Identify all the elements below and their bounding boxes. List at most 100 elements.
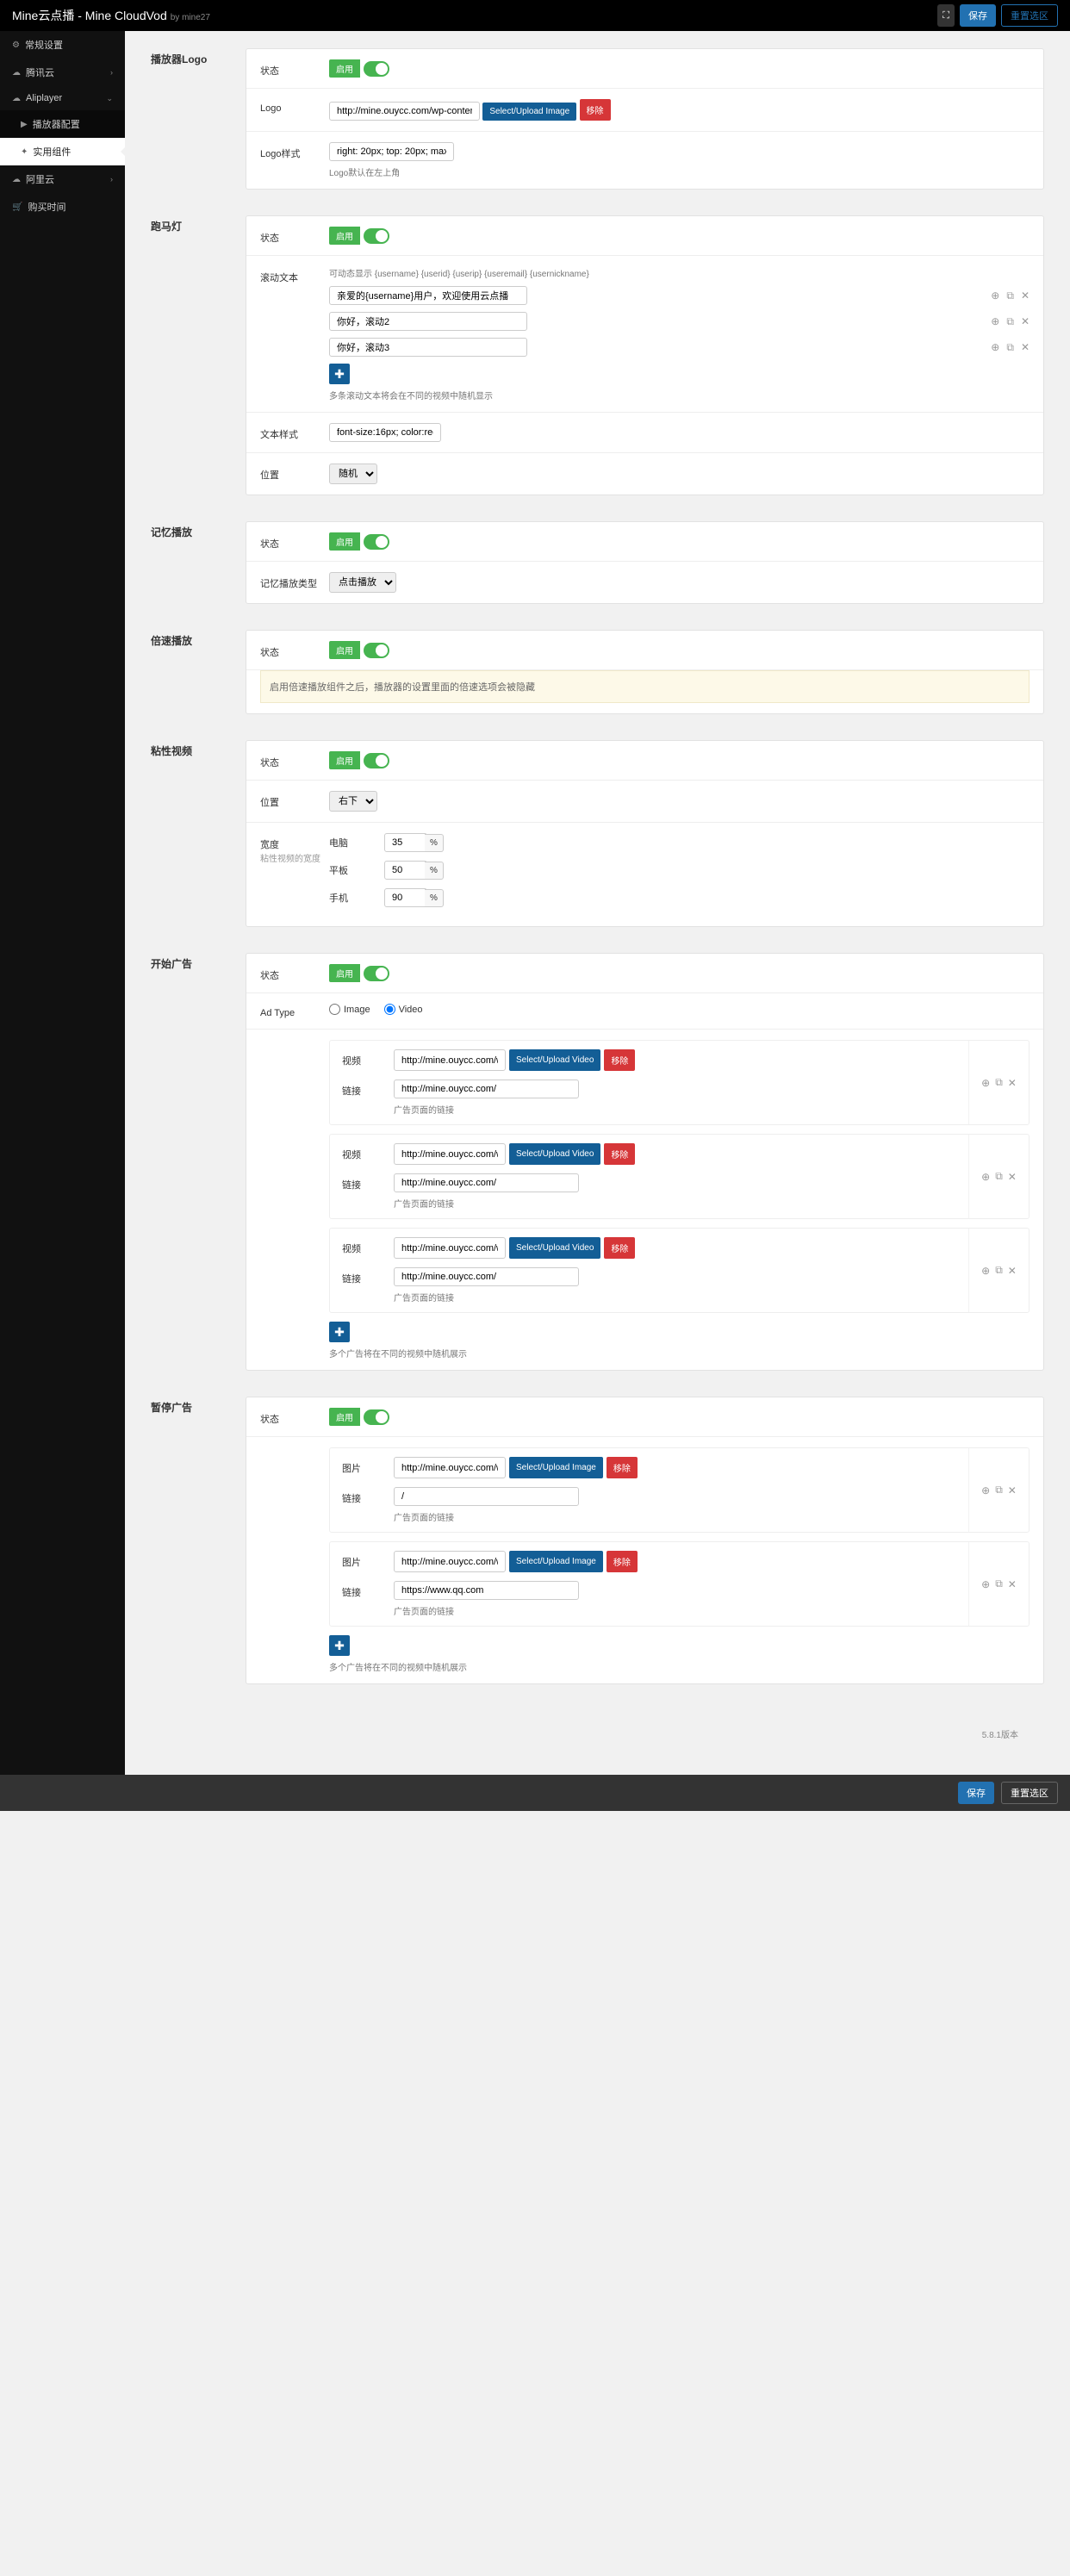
add-pause-ad-button[interactable]: ✚ <box>329 1635 350 1656</box>
move-icon[interactable]: ⊕ <box>981 1077 990 1089</box>
ad-link-input[interactable] <box>394 1080 579 1098</box>
delete-icon[interactable]: ✕ <box>1008 1077 1017 1089</box>
pause-image-input[interactable] <box>394 1551 506 1572</box>
text-style-input[interactable] <box>329 423 441 442</box>
width-mobile-input[interactable] <box>384 888 427 907</box>
brand-by: by mine27 <box>171 13 210 22</box>
move-icon[interactable]: ⊕ <box>991 341 999 354</box>
nav-buy[interactable]: 🛒购买时间 <box>0 193 125 221</box>
copy-icon[interactable]: ⧉ <box>995 1264 1003 1277</box>
delete-icon[interactable]: ✕ <box>1008 1171 1017 1183</box>
chevron-right-icon: › <box>110 68 113 77</box>
delete-icon[interactable]: ✕ <box>1008 1265 1017 1277</box>
logo-style-input[interactable] <box>329 142 454 161</box>
pause-image-input[interactable] <box>394 1457 506 1478</box>
remove-button[interactable]: 移除 <box>604 1049 635 1071</box>
save-button[interactable]: 保存 <box>960 4 996 27</box>
ad-link-input[interactable] <box>394 1267 579 1286</box>
copy-icon[interactable]: ⧉ <box>995 1577 1003 1590</box>
memtype-select[interactable]: 点击播放 <box>329 572 396 593</box>
bottom-save-button[interactable]: 保存 <box>958 1782 994 1804</box>
marquee-switch[interactable]: 启用 <box>329 227 389 245</box>
logo-switch[interactable]: 启用 <box>329 59 389 78</box>
move-icon[interactable]: ⊕ <box>991 289 999 302</box>
startad-switch[interactable]: 启用 <box>329 964 389 982</box>
copy-icon[interactable]: ⧉ <box>1006 341 1014 354</box>
ad-item: 视频Select/Upload Video移除 链接广告页面的链接 ⊕⧉✕ <box>329 1134 1030 1219</box>
move-icon[interactable]: ⊕ <box>981 1578 990 1590</box>
expand-button[interactable]: ⛶ <box>937 4 955 27</box>
remove-button[interactable]: 移除 <box>580 99 611 121</box>
width-pc-input[interactable] <box>384 833 427 852</box>
section-memory: 记忆播放 <box>151 521 246 604</box>
bottom-reset-button[interactable]: 重置选区 <box>1001 1782 1058 1804</box>
pause-link-input[interactable] <box>394 1581 579 1600</box>
brand-title: Mine云点播 - Mine CloudVod <box>12 9 167 22</box>
nav-player-config[interactable]: ▶播放器配置 <box>0 110 125 138</box>
move-icon[interactable]: ⊕ <box>981 1171 990 1183</box>
select-video-button[interactable]: Select/Upload Video <box>509 1143 600 1165</box>
pause-ad-item: 图片Select/Upload Image移除 链接广告页面的链接 ⊕⧉✕ <box>329 1447 1030 1533</box>
select-image-button[interactable]: Select/Upload Image <box>509 1551 603 1572</box>
nav-aliyun[interactable]: ☁阿里云› <box>0 165 125 193</box>
remove-button[interactable]: 移除 <box>607 1457 638 1478</box>
copy-icon[interactable]: ⧉ <box>1006 315 1014 328</box>
delete-icon[interactable]: ✕ <box>1021 341 1030 354</box>
pause-link-input[interactable] <box>394 1487 579 1506</box>
sticky-position-select[interactable]: 右下 <box>329 791 377 812</box>
ad-item: 视频Select/Upload Video移除 链接广告页面的链接 ⊕⧉✕ <box>329 1228 1030 1313</box>
logo-url-input[interactable] <box>329 102 480 121</box>
ad-video-input[interactable] <box>394 1143 506 1165</box>
nav-tencent[interactable]: ☁腾讯云› <box>0 59 125 86</box>
speed-switch[interactable]: 启用 <box>329 641 389 659</box>
chevron-right-icon: › <box>110 175 113 184</box>
adtype-video-radio[interactable]: Video <box>384 1004 423 1015</box>
delete-icon[interactable]: ✕ <box>1008 1484 1017 1496</box>
scroll-input-1[interactable] <box>329 286 527 305</box>
select-image-button[interactable]: Select/Upload Image <box>509 1457 603 1478</box>
remove-button[interactable]: 移除 <box>604 1237 635 1259</box>
add-scroll-button[interactable]: ✚ <box>329 364 350 384</box>
pause-ad-note: 多个广告将在不同的视频中随机展示 <box>329 1660 1030 1673</box>
select-video-button[interactable]: Select/Upload Video <box>509 1049 600 1071</box>
width-tablet-input[interactable] <box>384 861 427 880</box>
section-pausead: 暂停广告 <box>151 1397 246 1684</box>
delete-icon[interactable]: ✕ <box>1021 289 1030 302</box>
select-video-button[interactable]: Select/Upload Video <box>509 1237 600 1259</box>
nav-general[interactable]: ⚙常规设置 <box>0 31 125 59</box>
scroll-input-3[interactable] <box>329 338 527 357</box>
scroll-input-2[interactable] <box>329 312 527 331</box>
play-icon: ▶ <box>21 120 28 129</box>
position-select[interactable]: 随机 <box>329 464 377 484</box>
nav-aliplayer[interactable]: ☁Aliplayer⌄ <box>0 86 125 110</box>
remove-button[interactable]: 移除 <box>607 1551 638 1572</box>
gear-icon: ⚙ <box>12 40 20 50</box>
copy-icon[interactable]: ⧉ <box>1006 289 1014 302</box>
move-icon[interactable]: ⊕ <box>981 1484 990 1496</box>
pausead-switch[interactable]: 启用 <box>329 1408 389 1426</box>
ad-link-input[interactable] <box>394 1173 579 1192</box>
memory-switch[interactable]: 启用 <box>329 532 389 551</box>
add-ad-button[interactable]: ✚ <box>329 1322 350 1342</box>
ad-item: 视频Select/Upload Video移除 链接广告页面的链接 ⊕⧉✕ <box>329 1040 1030 1125</box>
section-playerlogo: 播放器Logo <box>151 48 246 190</box>
nav-plugins[interactable]: ✦实用组件 <box>0 138 125 165</box>
remove-button[interactable]: 移除 <box>604 1143 635 1165</box>
ad-video-input[interactable] <box>394 1049 506 1071</box>
adtype-image-radio[interactable]: Image <box>329 1004 370 1015</box>
scroll-help: 可动态显示 {username} {userid} {userip} {user… <box>329 266 1030 279</box>
copy-icon[interactable]: ⧉ <box>995 1076 1003 1089</box>
select-image-button[interactable]: Select/Upload Image <box>482 103 576 121</box>
reset-button[interactable]: 重置选区 <box>1001 4 1058 27</box>
move-icon[interactable]: ⊕ <box>991 315 999 328</box>
sticky-switch[interactable]: 启用 <box>329 751 389 769</box>
copy-icon[interactable]: ⧉ <box>995 1484 1003 1496</box>
cart-icon: 🛒 <box>12 202 22 212</box>
pause-ad-item: 图片Select/Upload Image移除 链接广告页面的链接 ⊕⧉✕ <box>329 1541 1030 1627</box>
logo-help: Logo默认在左上角 <box>329 165 1030 178</box>
copy-icon[interactable]: ⧉ <box>995 1170 1003 1183</box>
ad-video-input[interactable] <box>394 1237 506 1259</box>
delete-icon[interactable]: ✕ <box>1008 1578 1017 1590</box>
move-icon[interactable]: ⊕ <box>981 1265 990 1277</box>
delete-icon[interactable]: ✕ <box>1021 315 1030 328</box>
